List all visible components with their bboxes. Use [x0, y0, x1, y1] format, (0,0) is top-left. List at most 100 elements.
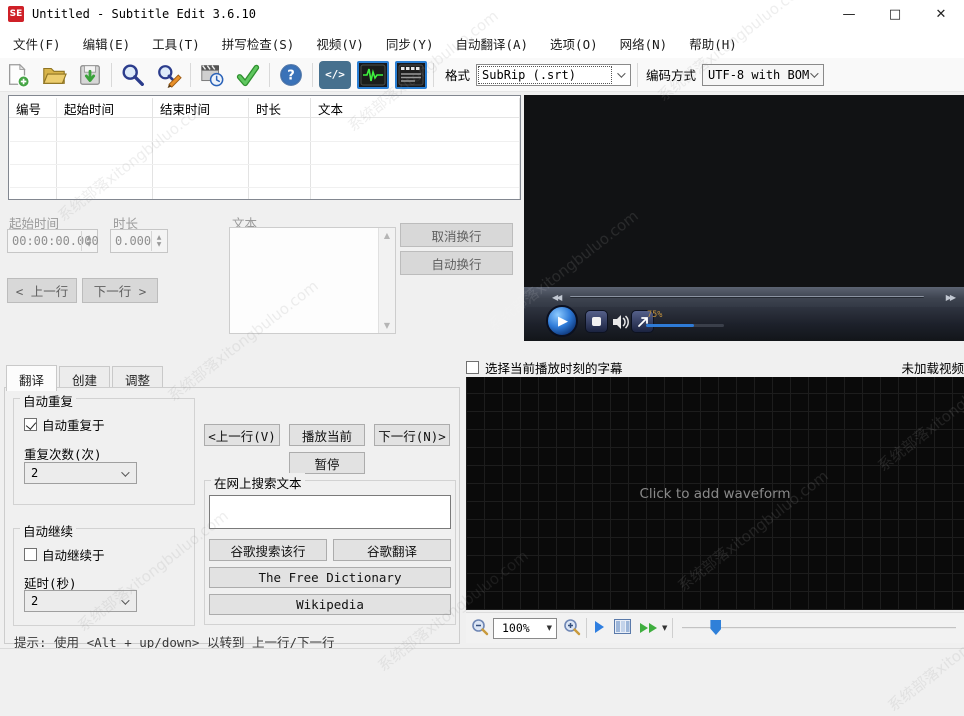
minimize-button[interactable]: — — [826, 0, 872, 28]
web-search-input[interactable] — [209, 495, 451, 529]
playback-speed-button[interactable]: ▼ — [639, 621, 667, 635]
app-logo-icon: SE — [8, 6, 24, 22]
column-number[interactable]: 编号 — [9, 96, 57, 117]
unbreak-button[interactable]: 取消换行 — [400, 223, 513, 247]
maximize-button[interactable]: □ — [872, 0, 918, 28]
waveform-toggle-button[interactable] — [357, 61, 389, 89]
new-file-button[interactable] — [3, 61, 33, 89]
mute-button[interactable] — [611, 312, 631, 335]
spell-check-button[interactable] — [233, 61, 263, 89]
delay-select[interactable]: 2 — [24, 590, 137, 612]
wikipedia-button[interactable]: Wikipedia — [209, 594, 451, 615]
title-bar: SE Untitled - Subtitle Edit 3.6.10 — □ ✕ — [0, 0, 964, 28]
format-select[interactable]: SubRip (.srt) — [476, 64, 631, 86]
play-previous-line-button[interactable]: <上一行(V) — [204, 424, 280, 446]
seek-forward-icon[interactable]: ▶▶ — [946, 293, 954, 302]
slider-thumb[interactable] — [710, 620, 721, 635]
chevron-down-icon — [810, 69, 818, 77]
toolbar: ? </> 格式 SubRip (.srt) — [0, 58, 964, 92]
google-search-button[interactable]: 谷歌搜索该行 — [209, 539, 327, 561]
menu-tools[interactable]: 工具(T) — [141, 30, 211, 57]
autobreak-button[interactable]: 自动换行 — [400, 251, 513, 275]
waveform-area[interactable]: Click to add waveform — [466, 377, 964, 610]
sync-subtitle-checkbox[interactable] — [466, 361, 479, 374]
play-button[interactable]: ▶ — [546, 305, 578, 337]
save-icon — [77, 62, 103, 88]
video-controls-bar: ◀◀ ▶▶ ▶ 75% — [524, 287, 964, 341]
auto-repeat-group: 自动重复 自动重复于 重复次数(次) 2 — [13, 398, 195, 505]
toolbar-separator — [269, 63, 270, 87]
seek-bar[interactable] — [570, 296, 924, 298]
menu-file[interactable]: 文件(F) — [2, 30, 72, 57]
repeat-count-select[interactable]: 2 — [24, 462, 137, 484]
waveform-zoom-select[interactable]: 100% ▼ — [493, 618, 557, 639]
auto-repeat-group-label: 自动重复 — [20, 391, 76, 410]
volume-percent: 75% — [647, 310, 662, 320]
encoding-value: UTF-8 with BOM — [708, 68, 809, 82]
subtitle-list[interactable]: 编号 起始时间 结束时间 时长 文本 — [8, 95, 521, 200]
spinner-arrows-icon[interactable]: ▲▼ — [81, 231, 96, 251]
fast-forward-icon — [639, 621, 659, 635]
seek-back-icon[interactable]: ◀◀ — [552, 293, 560, 302]
find-button[interactable] — [118, 61, 148, 89]
web-search-group: 在网上搜索文本 谷歌搜索该行 谷歌翻译 The Free Dictionary … — [204, 480, 456, 625]
volume-slider[interactable] — [646, 324, 724, 327]
visual-sync-button[interactable] — [197, 61, 227, 89]
column-start-time[interactable]: 起始时间 — [57, 96, 153, 117]
video-display[interactable]: ◀◀ ▶▶ ▶ 75% — [524, 95, 964, 341]
source-view-button[interactable]: </> — [319, 61, 351, 89]
row-divider — [10, 164, 519, 165]
save-button[interactable] — [75, 61, 105, 89]
close-button[interactable]: ✕ — [918, 0, 964, 28]
auto-repeat-checkbox[interactable] — [24, 418, 37, 431]
waveform-placeholder-text: Click to add waveform — [639, 486, 790, 502]
row-divider — [10, 187, 519, 188]
auto-continue-checkbox-label: 自动继续于 — [42, 545, 105, 564]
stop-button[interactable] — [585, 310, 608, 333]
format-label: 格式 — [445, 65, 470, 84]
web-search-group-label: 在网上搜索文本 — [211, 473, 305, 492]
spinner-arrows-icon[interactable]: ▲▼ — [151, 231, 166, 251]
menu-spellcheck[interactable]: 拼写检查(S) — [211, 30, 306, 57]
waveform-icon — [360, 64, 386, 86]
play-next-line-button[interactable]: 下一行(N)> — [374, 424, 450, 446]
video-toggle-button[interactable] — [395, 61, 427, 89]
menu-sync[interactable]: 同步(Y) — [375, 30, 445, 57]
zoom-out-icon — [471, 618, 489, 636]
subtitle-text-area[interactable]: ▲▼ — [229, 227, 396, 334]
pause-button[interactable]: 暂停 — [289, 452, 365, 474]
zoom-out-button[interactable] — [471, 618, 489, 639]
menu-video[interactable]: 视频(V) — [305, 30, 375, 57]
play-icon: ▶ — [558, 314, 568, 329]
toolbar-separator — [433, 63, 434, 87]
subtitle-list-header: 编号 起始时间 结束时间 时长 文本 — [9, 96, 520, 118]
free-dictionary-button[interactable]: The Free Dictionary — [209, 567, 451, 588]
previous-line-button[interactable]: < 上一行 — [7, 278, 77, 303]
encoding-select[interactable]: UTF-8 with BOM — [702, 64, 824, 86]
waveform-position-slider[interactable] — [682, 618, 956, 638]
open-file-button[interactable] — [39, 61, 69, 89]
show-video-columns-button[interactable] — [614, 619, 631, 637]
menu-edit[interactable]: 编辑(E) — [72, 30, 142, 57]
row-divider — [10, 141, 519, 142]
auto-continue-checkbox[interactable] — [24, 548, 37, 561]
start-time-spinner[interactable]: 00:00:00.000 ▲▼ — [7, 229, 98, 253]
menu-network[interactable]: 网络(N) — [609, 30, 679, 57]
menu-auto-translate[interactable]: 自动翻译(A) — [444, 30, 539, 57]
replace-button[interactable] — [154, 61, 184, 89]
scrollbar[interactable]: ▲▼ — [378, 228, 395, 333]
auto-continue-check-row: 自动继续于 — [24, 545, 105, 564]
next-line-button[interactable]: 下一行 > — [82, 278, 158, 303]
zoom-in-button[interactable] — [563, 618, 581, 639]
duration-spinner[interactable]: 0.000 ▲▼ — [110, 229, 168, 253]
column-end-time[interactable]: 结束时间 — [153, 96, 249, 117]
play-current-line-button[interactable]: 播放当前 — [289, 424, 365, 446]
help-button[interactable]: ? — [276, 61, 306, 89]
column-duration[interactable]: 时长 — [249, 96, 311, 117]
column-text[interactable]: 文本 — [311, 96, 520, 117]
menu-help[interactable]: 帮助(H) — [678, 30, 748, 57]
menu-options[interactable]: 选项(O) — [539, 30, 609, 57]
google-translate-button[interactable]: 谷歌翻译 — [333, 539, 451, 561]
waveform-play-button[interactable] — [592, 620, 606, 637]
tab-translate[interactable]: 翻译 — [6, 365, 57, 391]
